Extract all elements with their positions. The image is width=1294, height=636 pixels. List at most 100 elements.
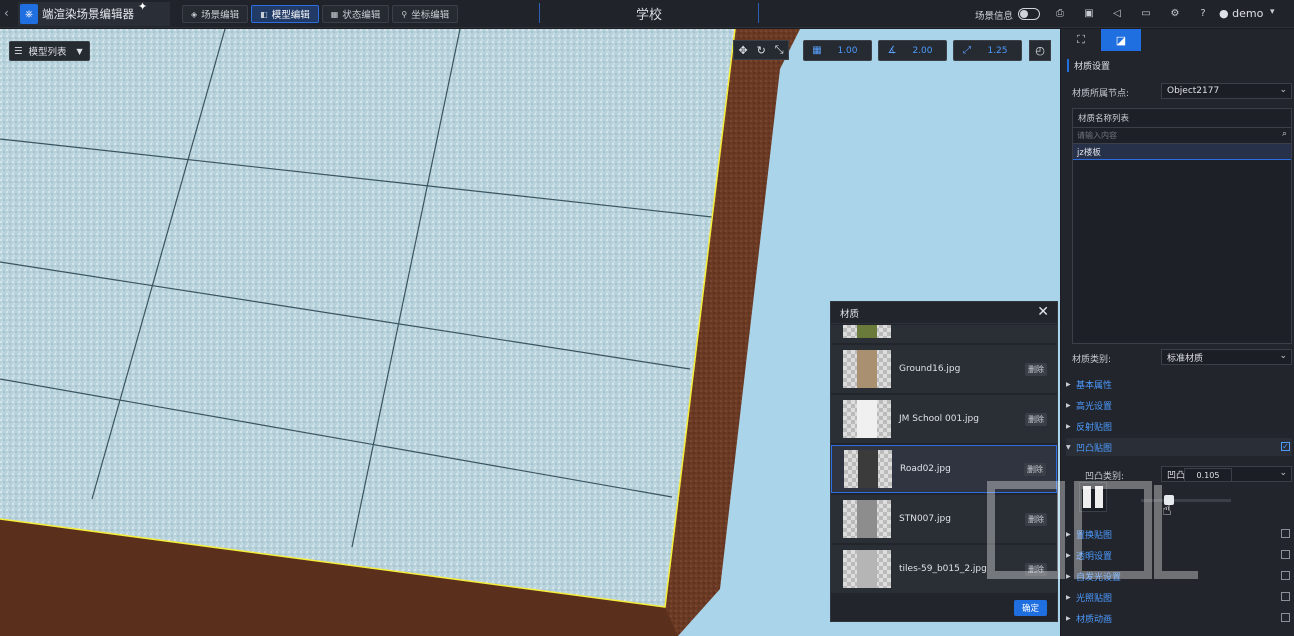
scale-icon[interactable]: ⤡: [775, 43, 784, 57]
rotate-icon[interactable]: ↻: [757, 44, 766, 57]
checkbox[interactable]: [1281, 571, 1290, 580]
grid-icon: ▦: [330, 9, 339, 19]
texture-thumbnail: [843, 500, 891, 538]
group-emissive[interactable]: ▶ 自发光设置: [1066, 567, 1292, 585]
scene-info-label: 场景信息: [975, 11, 1014, 22]
mode-tabs: ◈ 场景编辑 ◧ 模型编辑 ▦ 状态编辑 ⚲ 坐标编辑: [182, 5, 459, 23]
caret-right-icon: ▶: [1066, 593, 1071, 601]
group-lightmap[interactable]: ▶ 光照贴图: [1066, 588, 1292, 606]
material-icon: ◪: [1115, 33, 1127, 47]
group-reflection[interactable]: ▶ 反射贴图: [1066, 417, 1292, 435]
model-list-dropdown[interactable]: ☰ 模型列表 ▼: [9, 41, 90, 61]
checkbox[interactable]: [1281, 592, 1290, 601]
save-icon[interactable]: ▣: [1082, 7, 1096, 21]
cursor-icon: ☝: [1162, 500, 1172, 519]
user-icon: ●: [1219, 7, 1229, 20]
material-dialog-title: 材质: [840, 308, 860, 320]
tab-node[interactable]: ⛶: [1061, 29, 1101, 51]
caret-right-icon: ▶: [1066, 422, 1071, 430]
grid-snap-icon: ▦: [812, 45, 822, 56]
layers-icon: ◈: [191, 9, 198, 19]
group-animation[interactable]: ▶ 材质动画: [1066, 609, 1292, 627]
panel-tabs: ⛶ ◪: [1061, 29, 1294, 51]
caret-down-icon: ▼: [1066, 443, 1071, 451]
material-dialog-header: 材质 ✕: [831, 302, 1057, 324]
tab-material[interactable]: ◪: [1101, 29, 1141, 51]
move-icon[interactable]: ✥: [738, 44, 747, 57]
back-icon[interactable]: ‹: [4, 6, 16, 22]
list-item[interactable]: Ground16.jpg 删除: [831, 345, 1057, 393]
right-panel: ⛶ ◪ 材质设置 材质所属节点: Object2177 ⌄ 材质名称列表 ⌕ j…: [1061, 29, 1294, 636]
delete-button[interactable]: 删除: [1025, 412, 1047, 426]
texture-thumbnail: [843, 400, 891, 438]
caret-right-icon: ▶: [1066, 380, 1071, 388]
group-specular[interactable]: ▶ 高光设置: [1066, 396, 1292, 414]
caret-right-icon: ▶: [1066, 572, 1071, 580]
material-list[interactable]: Ground16.jpg 删除 JM School 001.jpg 删除 Roa…: [831, 325, 1057, 595]
tab-state-edit[interactable]: ▦ 状态编辑: [321, 5, 390, 23]
node-label: 材质所属节点:: [1072, 89, 1130, 99]
app-name: 端渲染场景编辑器: [42, 7, 134, 21]
snap-rotate[interactable]: ∡ 2.00: [878, 40, 947, 61]
help-icon[interactable]: ?: [1196, 7, 1210, 21]
group-bump[interactable]: ▼ 凹凸贴图 ✓: [1066, 438, 1292, 456]
checkbox[interactable]: [1281, 550, 1290, 559]
caret-right-icon: ▶: [1066, 401, 1071, 409]
scene-info-toggle[interactable]: [1018, 8, 1040, 20]
delete-button[interactable]: 删除: [1025, 562, 1047, 576]
sparkle-icon: ✦: [138, 0, 148, 13]
caret-down-icon: ▼: [76, 46, 83, 56]
bump-checkbox[interactable]: ✓: [1281, 442, 1290, 451]
material-dialog: 材质 ✕ Ground16.jpg 删除 JM School 001.jpg 删…: [830, 301, 1058, 622]
delete-button[interactable]: 删除: [1025, 512, 1047, 526]
list-item[interactable]: tiles-59_b015_2.jpg 删除: [831, 545, 1057, 593]
bump-slider[interactable]: [1141, 495, 1231, 505]
list-item-selected[interactable]: jz楼板: [1073, 144, 1291, 160]
delete-button[interactable]: 删除: [1025, 362, 1047, 376]
node-select[interactable]: Object2177 ⌄: [1161, 83, 1292, 99]
list-item[interactable]: STN007.jpg 删除: [831, 495, 1057, 543]
search-input[interactable]: [1073, 128, 1291, 143]
confirm-button[interactable]: 确定: [1014, 600, 1047, 616]
pin-icon: ⚲: [401, 9, 408, 19]
chevron-down-icon: ⌄: [1279, 85, 1287, 95]
snap-move[interactable]: ▦ 1.00: [803, 40, 872, 61]
type-select[interactable]: 标准材质 ⌄: [1161, 349, 1292, 365]
material-name: STN007.jpg: [899, 514, 951, 524]
texture-thumbnail: [844, 450, 892, 488]
group-basic[interactable]: ▶ 基本属性: [1066, 375, 1292, 393]
user-menu[interactable]: ● demo: [1219, 7, 1263, 20]
menu-icon: ☰: [14, 45, 23, 57]
bump-texture-thumbnail[interactable]: [1079, 482, 1107, 512]
tab-coord-edit[interactable]: ⚲ 坐标编辑: [392, 5, 459, 23]
list-item[interactable]: [831, 325, 1057, 343]
search-icon[interactable]: ⌕: [1282, 129, 1287, 139]
material-name: JM School 001.jpg: [899, 414, 979, 424]
type-label: 材质类别:: [1072, 355, 1112, 365]
tab-scene-edit[interactable]: ◈ 场景编辑: [182, 5, 249, 23]
material-name: Road02.jpg: [900, 464, 951, 474]
delete-button[interactable]: 删除: [1024, 462, 1046, 476]
print-icon[interactable]: ⎙: [1053, 7, 1067, 21]
list-item-selected[interactable]: Road02.jpg 删除: [831, 445, 1057, 493]
group-displacement[interactable]: ▶ 置换贴图: [1066, 525, 1292, 543]
section-title: 材质设置: [1067, 59, 1110, 72]
user-name: demo: [1232, 7, 1264, 20]
list-item[interactable]: JM School 001.jpg 删除: [831, 395, 1057, 443]
resize-icon: ⤢: [963, 45, 971, 56]
chevron-down-icon: ⌄: [1279, 351, 1287, 361]
transform-gizmo-tools: ✥ ↻ ⤡: [733, 40, 789, 60]
checkbox[interactable]: [1281, 613, 1290, 622]
checkbox[interactable]: [1281, 529, 1290, 538]
history-icon[interactable]: ◴: [1029, 40, 1051, 61]
gear-icon[interactable]: ⚙: [1168, 7, 1182, 21]
tab-model-edit[interactable]: ◧ 模型编辑: [251, 5, 319, 23]
bump-type-label: 凹凸类别:: [1085, 472, 1125, 482]
bump-value-input[interactable]: 0.105: [1184, 468, 1232, 482]
chevron-down-icon[interactable]: ▾: [1270, 7, 1275, 17]
send-icon[interactable]: ◁: [1110, 7, 1124, 21]
screen-icon[interactable]: ▭: [1139, 7, 1153, 21]
close-icon[interactable]: ✕: [1037, 304, 1049, 320]
group-transparency[interactable]: ▶ 透明设置: [1066, 546, 1292, 564]
snap-scale[interactable]: ⤢ 1.25: [953, 40, 1022, 61]
